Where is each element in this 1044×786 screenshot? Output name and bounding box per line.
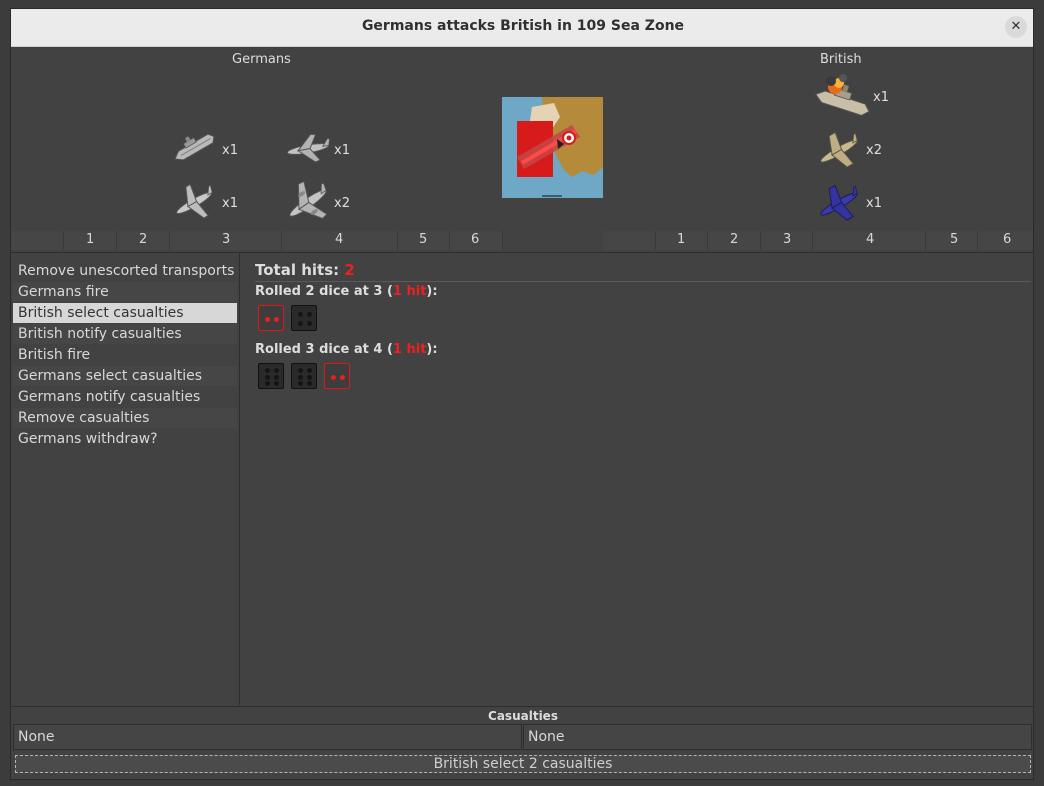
window-title: Germans attacks British in 109 Sea Zone bbox=[361, 18, 685, 34]
tactical-bomber-icon bbox=[283, 129, 333, 173]
casualties-panel: Casualties None None bbox=[11, 706, 1033, 753]
unit-count: x1 bbox=[866, 196, 882, 211]
bomber-icon bbox=[281, 179, 335, 231]
step-item[interactable]: Remove unescorted transports bbox=[13, 261, 237, 281]
step-item[interactable]: British notify casualties bbox=[13, 324, 237, 344]
die-pip bbox=[298, 374, 303, 380]
die-pip bbox=[265, 381, 270, 386]
step-item[interactable]: Germans select casualties bbox=[13, 366, 237, 386]
die-icon bbox=[258, 363, 284, 389]
divider bbox=[255, 281, 1031, 282]
die-pip bbox=[331, 374, 336, 380]
dice-column-number: 2 bbox=[730, 232, 739, 247]
close-icon: ✕ bbox=[1010, 19, 1022, 34]
dice-column-number: 4 bbox=[866, 232, 875, 247]
defender-casualties: None bbox=[523, 724, 1032, 750]
die-pip bbox=[298, 312, 303, 317]
roll-text-end: ): bbox=[426, 284, 438, 299]
unit-count: x2 bbox=[866, 143, 882, 158]
unit-count: x2 bbox=[334, 196, 350, 211]
die-pip bbox=[274, 374, 279, 380]
unit-count: x1 bbox=[222, 196, 238, 211]
dice-column-number: 1 bbox=[86, 232, 95, 247]
step-item[interactable]: Germans withdraw? bbox=[13, 429, 237, 449]
step-item[interactable]: Germans notify casualties bbox=[13, 387, 237, 407]
die-pip bbox=[265, 374, 270, 380]
die-pip bbox=[307, 321, 312, 326]
step-item[interactable]: Remove casualties bbox=[13, 408, 237, 428]
defender-name: British bbox=[820, 52, 862, 67]
die-pip bbox=[274, 368, 279, 373]
dice-results-panel: Total hits: 2 Rolled 2 dice at 3 (1 hit)… bbox=[240, 252, 1033, 705]
die-pip bbox=[307, 374, 312, 380]
unit-count: x1 bbox=[334, 143, 350, 158]
dice-column-number: 5 bbox=[419, 232, 428, 247]
attacker-dice-columns: 1 2 3 4 5 6 bbox=[11, 231, 503, 250]
die-icon bbox=[258, 305, 284, 331]
die-pip bbox=[265, 316, 270, 322]
die-pip bbox=[298, 381, 303, 386]
battle-window: Germans attacks British in 109 Sea Zone … bbox=[10, 8, 1034, 780]
die-pip bbox=[307, 312, 312, 317]
step-item[interactable]: British fire bbox=[13, 345, 237, 365]
dice-column-number: 4 bbox=[335, 232, 344, 247]
close-button[interactable]: ✕ bbox=[1005, 16, 1027, 38]
die-icon bbox=[324, 363, 350, 389]
dice-column-number: 6 bbox=[1003, 232, 1012, 247]
roll-text: Rolled 2 dice at 3 ( bbox=[255, 284, 393, 299]
die-pip bbox=[298, 368, 303, 373]
defender-dice-columns: 1 2 3 4 5 6 bbox=[603, 231, 1033, 250]
total-hits-label: Total hits: bbox=[255, 261, 340, 279]
roll-summary: Rolled 2 dice at 3 (1 hit): bbox=[255, 284, 438, 299]
unit-count: x1 bbox=[222, 143, 238, 158]
fighter-plane-icon bbox=[813, 129, 865, 177]
sea-zone-map bbox=[502, 97, 603, 198]
status-bar: British select 2 casualties bbox=[15, 755, 1031, 773]
damaged-battleship-icon bbox=[813, 73, 873, 125]
total-hits: Total hits: 2 bbox=[255, 261, 355, 279]
die-pip bbox=[340, 374, 345, 380]
fighter-plane-icon bbox=[169, 181, 219, 229]
dice-column-number: 3 bbox=[783, 232, 792, 247]
step-item[interactable]: Germans fire bbox=[13, 282, 237, 302]
dice-column-number: 3 bbox=[222, 232, 231, 247]
dice-column-number: 2 bbox=[139, 232, 148, 247]
die-pip bbox=[307, 381, 312, 386]
roll-hits: 1 hit bbox=[392, 342, 427, 357]
title-bar: Germans attacks British in 109 Sea Zone … bbox=[11, 9, 1033, 47]
die-pip bbox=[298, 321, 303, 326]
step-item-selected[interactable]: British select casualties bbox=[13, 303, 237, 323]
total-hits-value: 2 bbox=[344, 261, 355, 279]
roll-summary: Rolled 3 dice at 4 (1 hit): bbox=[255, 342, 438, 357]
blue-fighter-plane-icon bbox=[813, 182, 865, 230]
die-pip bbox=[274, 381, 279, 386]
attacker-name: Germans bbox=[232, 52, 291, 67]
dice-column-number: 1 bbox=[677, 232, 686, 247]
roll-hits: 1 hit bbox=[392, 284, 427, 299]
battle-steps-list[interactable]: Remove unescorted transports Germans fir… bbox=[11, 252, 240, 705]
roll-text: Rolled 3 dice at 4 ( bbox=[255, 342, 393, 357]
die-icon bbox=[291, 305, 317, 331]
die-pip bbox=[265, 368, 270, 373]
dice-column-number: 5 bbox=[950, 232, 959, 247]
casualties-header: Casualties bbox=[488, 709, 558, 723]
die-icon bbox=[291, 363, 317, 389]
unit-count: x1 bbox=[873, 90, 889, 105]
die-pip bbox=[274, 316, 279, 322]
die-pip bbox=[307, 368, 312, 373]
destroyer-icon bbox=[169, 127, 219, 173]
dice-column-number: 6 bbox=[471, 232, 480, 247]
roll-text-end: ): bbox=[426, 342, 438, 357]
attacker-casualties: None bbox=[13, 724, 522, 750]
